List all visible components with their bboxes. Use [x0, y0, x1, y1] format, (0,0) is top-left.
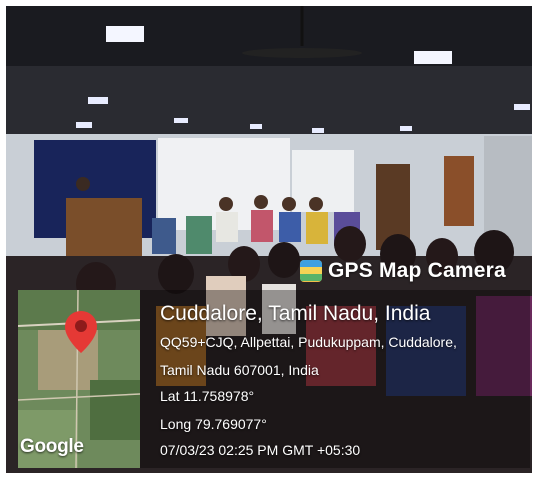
ceiling-light: [250, 124, 262, 129]
ceiling-light: [400, 126, 412, 131]
ceiling-light: [76, 122, 92, 128]
window-curtain: [444, 156, 474, 226]
ceiling-light: [414, 51, 452, 64]
ceiling-light: [174, 118, 188, 123]
projection-screen: [292, 150, 354, 212]
ceiling-light: [88, 97, 108, 104]
ceiling-light: [312, 128, 324, 133]
ceiling-light: [106, 26, 144, 42]
event-photo: [6, 6, 532, 473]
ceiling-light: [514, 104, 530, 110]
